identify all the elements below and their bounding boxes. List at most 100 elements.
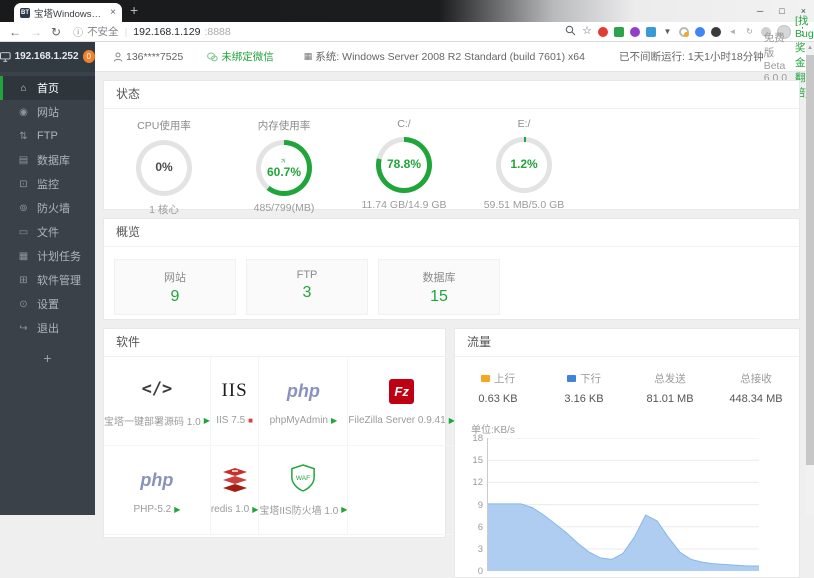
gauge-sub: 59.51 MB/5.0 GB: [483, 199, 565, 211]
extension-icon-dark[interactable]: [711, 26, 721, 37]
extension-icon-purple[interactable]: [630, 26, 640, 37]
iis-icon: IIS: [221, 380, 248, 401]
cpu-ring: 0%: [136, 140, 192, 196]
extension-icon-blue-circle[interactable]: [695, 26, 705, 37]
sidebar-item-label: 文件: [37, 227, 59, 239]
software-item-deploy[interactable]: </> 宝塔一键部署源码 1.0 ▶: [104, 357, 211, 446]
info-icon[interactable]: ⓘ: [73, 24, 83, 39]
upstream-swatch: [481, 375, 490, 382]
scrollbar-up-arrow[interactable]: ▲: [806, 42, 814, 54]
filezilla-icon: Fz: [389, 378, 415, 404]
svg-text:WAF: WAF: [296, 475, 310, 482]
running-status-icon[interactable]: ▶: [174, 505, 180, 514]
monitor-icon: ⊡: [19, 178, 28, 190]
total-received-value: 448.34 MB: [729, 393, 783, 405]
sidebar-item-settings[interactable]: ⊙ 设置: [0, 292, 95, 316]
gauge-sub: 1 核心: [149, 204, 179, 216]
running-status-icon[interactable]: ▶: [341, 505, 347, 514]
gauge-sub: 485/799(MB): [253, 202, 315, 214]
url-field[interactable]: ⓘ 不安全 | 192.168.1.129 :8888: [73, 24, 231, 40]
overview-panel: 概览 网站 9 FTP 3 数据库 15: [103, 218, 800, 320]
y-axis-tick: 18: [472, 433, 483, 444]
system-icon: ▦: [303, 51, 313, 61]
zoom-page-icon[interactable]: [565, 25, 576, 39]
sidebar-item-label: FTP: [37, 130, 58, 142]
running-status-icon[interactable]: ▶: [204, 416, 210, 425]
overview-label: 数据库: [422, 272, 456, 284]
panel-header: 192.168.1.252 0 136****7525 未绑定微信 ▦ 系统: …: [0, 15, 814, 99]
sidebar-item-sites[interactable]: ◉ 网站: [0, 100, 95, 124]
extension-icon-green[interactable]: [614, 26, 624, 37]
chart-unit-label: 单位:KB/s: [471, 425, 515, 436]
memory-gauge: 内存使用率 ✈ 60.7% 485/799(MB): [224, 118, 344, 217]
files-icon: ▭: [18, 226, 29, 238]
sidebar-item-database[interactable]: ▤ 数据库: [0, 148, 95, 172]
extension-badge: [684, 31, 689, 37]
software-item-iis[interactable]: IIS IIS 7.5 ■: [210, 357, 260, 446]
running-status-icon[interactable]: ▶: [252, 505, 258, 514]
overview-database-count[interactable]: 15: [379, 288, 499, 306]
send-arrow-icon[interactable]: ◄: [727, 26, 738, 37]
traffic-panel: 流量 上行 0.63 KB 下行 3.16 KB 总发送 81.01 MB 总接…: [454, 328, 800, 578]
software-item-phpmyadmin[interactable]: php phpMyAdmin ▶: [259, 357, 349, 446]
bookmark-star-icon[interactable]: ☆: [582, 26, 592, 37]
php-icon: php: [286, 380, 320, 401]
running-status-icon[interactable]: ▶: [331, 416, 337, 425]
software-label: FileZilla Server 0.9.41: [348, 415, 446, 426]
browser-address-bar: ← → ↻ ⓘ 不安全 | 192.168.1.129 :8888 ☆ ▼ ◄ ↻ …: [0, 22, 814, 42]
baota-favicon: BT: [20, 7, 30, 18]
redis-icon: [222, 468, 247, 492]
software-item-empty: [348, 446, 455, 535]
new-tab-button[interactable]: +: [130, 2, 138, 18]
wechat-bind-link[interactable]: 未绑定微信: [207, 49, 274, 64]
y-axis-tick: 0: [477, 566, 483, 578]
extension-icon-red[interactable]: [598, 26, 608, 37]
extension-icon-ring-badged[interactable]: [679, 26, 689, 37]
overview-label: FTP: [296, 269, 318, 281]
status-panel: 状态 CPU使用率 0% 1 核心 内存使用率 ✈ 60.7% 485/799(…: [103, 80, 800, 216]
sidebar-item-firewall[interactable]: ⊚ 防火墙: [0, 196, 95, 220]
sidebar-item-logout[interactable]: ↪ 退出: [0, 316, 95, 340]
software-item-filezilla[interactable]: Fz FileZilla Server 0.9.41 ▶: [348, 357, 455, 446]
security-label: 不安全: [87, 26, 119, 38]
overview-sites-box: 网站 9: [114, 259, 236, 315]
forward-button[interactable]: →: [30, 26, 42, 38]
page-scrollbar[interactable]: ▲: [806, 42, 814, 515]
software-panel-title: 软件: [104, 329, 445, 357]
app-store-icon: ⊞: [19, 274, 28, 286]
software-label: redis 1.0: [210, 504, 250, 515]
sidebar-item-app-store[interactable]: ⊞ 软件管理: [0, 268, 95, 292]
window-minimize-button[interactable]: ─: [757, 6, 763, 16]
sidebar-item-files[interactable]: ▭ 文件: [0, 220, 95, 244]
sidebar-item-ftp[interactable]: ⇅ FTP: [0, 124, 95, 148]
extension-icon-blue-flag[interactable]: [646, 26, 656, 37]
software-item-waf[interactable]: WAF 宝塔IIS防火墙 1.0 ▶: [259, 446, 349, 535]
waf-shield-icon: WAF: [291, 464, 316, 492]
tab-close-icon[interactable]: ×: [110, 7, 116, 18]
overview-ftp-count[interactable]: 3: [247, 284, 367, 302]
software-item-php52[interactable]: php PHP-5.2 ▶: [104, 446, 211, 535]
browser-tab[interactable]: BT 宝塔Windows面板 ×: [14, 3, 122, 22]
history-restore-icon[interactable]: ↻: [744, 26, 755, 37]
stopped-status-icon[interactable]: ■: [248, 416, 253, 425]
back-button[interactable]: ←: [9, 26, 21, 38]
sidebar-item-home[interactable]: ⌂ 首页: [0, 76, 95, 100]
gauge-value: 1.2%: [510, 157, 538, 172]
system-info: ▦ 系统: Windows Server 2008 R2 Standard (b…: [303, 50, 585, 64]
scrollbar-thumb[interactable]: [806, 55, 814, 465]
sidebar-item-cron[interactable]: ▦ 计划任务: [0, 244, 95, 268]
upstream-value: 0.63 KB: [478, 393, 518, 405]
reload-button[interactable]: ↻: [51, 26, 61, 38]
software-item-redis[interactable]: redis 1.0 ▶: [210, 446, 260, 535]
message-count-badge[interactable]: 0: [82, 50, 95, 63]
display-icon: [0, 51, 11, 62]
sidebar-add-button[interactable]: +: [0, 350, 95, 366]
overview-sites-count[interactable]: 9: [115, 288, 235, 306]
home-icon: ⌂: [20, 82, 27, 94]
account-user[interactable]: 136****7525: [113, 51, 183, 63]
y-axis-tick: 15: [472, 455, 483, 467]
filter-funnel-icon[interactable]: ▼: [662, 26, 673, 37]
y-axis-tick: 6: [477, 521, 483, 533]
disk-e-ring: 1.2%: [496, 137, 552, 193]
sidebar-item-monitor[interactable]: ⊡ 监控: [0, 172, 95, 196]
